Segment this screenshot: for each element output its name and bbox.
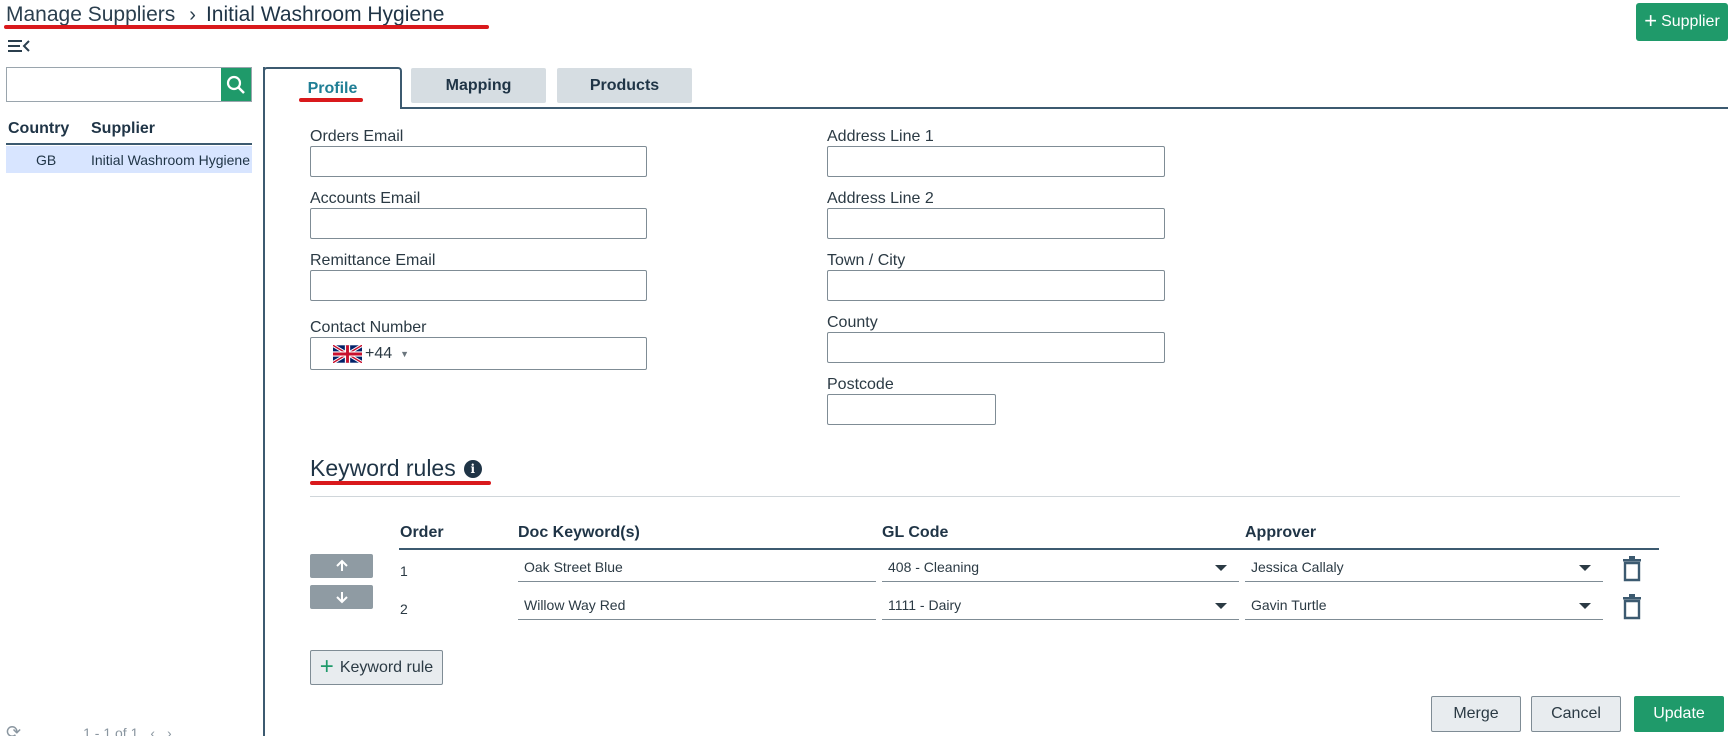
info-icon[interactable]: i [463, 459, 482, 478]
column-header-gl-code: GL Code [882, 524, 949, 541]
column-header-approver: Approver [1245, 524, 1317, 541]
address-line-1-label: Address Line 1 [827, 128, 934, 145]
add-supplier-label: Supplier [1661, 13, 1720, 30]
search-button[interactable] [221, 68, 251, 101]
address-line-2-label: Address Line 2 [827, 190, 934, 207]
delete-rule-icon[interactable] [1621, 594, 1643, 620]
rule-gl-code-select-2[interactable]: 1111 - Dairy [882, 591, 1239, 620]
keyword-rules-heading: Keyword rules [310, 455, 456, 481]
search-icon [226, 75, 245, 94]
rule-gl-code-2: 1111 - Dairy [888, 597, 962, 613]
dial-code-dropdown-icon[interactable]: ▼ [400, 349, 409, 359]
orders-email-label: Orders Email [310, 128, 404, 145]
postcode-label: Postcode [827, 376, 894, 393]
remittance-email-label: Remittance Email [310, 252, 436, 269]
add-supplier-button[interactable]: + Supplier [1636, 3, 1728, 41]
panel-divider [263, 67, 265, 736]
rule-order-2: 2 [400, 601, 408, 617]
orders-email-field[interactable] [310, 146, 647, 177]
rule-gl-code-1: 408 - Cleaning [888, 559, 980, 575]
breadcrumb-manage-suppliers[interactable]: Manage Suppliers [6, 3, 175, 27]
move-up-button[interactable] [310, 554, 373, 578]
table-row[interactable]: GB Initial Washroom Hygiene [6, 146, 252, 173]
column-header-keywords: Doc Keyword(s) [518, 524, 640, 541]
county-field[interactable] [827, 332, 1165, 363]
pager-text: 1 - 1 of 1 [83, 724, 139, 736]
tab-products[interactable]: Products [557, 68, 692, 103]
rule-approver-select-1[interactable]: Jessica Callaly [1245, 553, 1603, 582]
address-line-1-field[interactable] [827, 146, 1165, 177]
plus-icon: + [319, 652, 334, 680]
address-line-2-field[interactable] [827, 208, 1165, 239]
column-header-order: Order [400, 524, 444, 541]
accounts-email-label: Accounts Email [310, 190, 421, 207]
dropdown-arrow-icon [1215, 603, 1227, 609]
postcode-field[interactable] [827, 394, 996, 425]
update-button[interactable]: Update [1634, 696, 1724, 732]
contact-number-label: Contact Number [310, 319, 427, 336]
plus-icon: + [1644, 8, 1658, 33]
column-header-country[interactable]: Country [8, 120, 69, 138]
keyword-rules-title: Keyword rules i [310, 455, 482, 482]
rule-approver-select-2[interactable]: Gavin Turtle [1245, 591, 1603, 620]
refresh-icon[interactable]: ⟳ [6, 722, 21, 736]
breadcrumb-separator-icon: › [189, 3, 196, 26]
row-supplier: Initial Washroom Hygiene [91, 152, 250, 168]
pager: ⟳ 1 - 1 of 1 ‹ › [6, 722, 172, 736]
add-keyword-rule-button[interactable]: + Keyword rule [310, 650, 443, 685]
arrow-up-icon [335, 559, 348, 571]
add-keyword-rule-label: Keyword rule [339, 658, 434, 676]
row-country: GB [36, 152, 57, 168]
rule-keywords-2[interactable]: Willow Way Red [518, 591, 876, 620]
rule-gl-code-select-1[interactable]: 408 - Cleaning [882, 553, 1239, 582]
prev-page-icon[interactable]: ‹ [150, 725, 155, 736]
annotation-underline-title [4, 25, 489, 29]
next-page-icon[interactable]: › [167, 725, 172, 736]
town-city-field[interactable] [827, 270, 1165, 301]
tabs-underline [400, 107, 1728, 109]
contact-number-field[interactable]: +44 ▼ [310, 337, 647, 370]
rule-approver-1: Jessica Callaly [1251, 559, 1344, 575]
breadcrumb-current: Initial Washroom Hygiene [205, 3, 445, 26]
section-divider [310, 496, 1680, 497]
supplier-search-input[interactable] [7, 68, 221, 101]
rule-approver-2: Gavin Turtle [1251, 597, 1327, 613]
collapse-sidebar-icon[interactable] [8, 36, 30, 56]
rule-order-1: 1 [400, 563, 408, 579]
town-city-label: Town / City [827, 252, 906, 269]
merge-button[interactable]: Merge [1431, 696, 1521, 732]
move-down-button[interactable] [310, 585, 373, 609]
accounts-email-field[interactable] [310, 208, 647, 239]
cancel-button[interactable]: Cancel [1531, 696, 1621, 732]
county-label: County [827, 314, 878, 331]
rule-keywords-1[interactable]: Oak Street Blue [518, 553, 876, 582]
remittance-email-field[interactable] [310, 270, 647, 301]
uk-flag-icon[interactable] [333, 344, 362, 363]
column-header-supplier[interactable]: Supplier [91, 120, 155, 138]
tab-profile[interactable]: Profile [263, 67, 402, 109]
tab-mapping[interactable]: Mapping [411, 68, 546, 103]
dropdown-arrow-icon [1215, 565, 1227, 571]
annotation-underline-profile [299, 98, 363, 102]
supplier-search [6, 67, 252, 102]
dropdown-arrow-icon [1579, 603, 1591, 609]
rules-header-line [399, 548, 1659, 550]
supplier-table-header: Country Supplier [6, 118, 252, 145]
dropdown-arrow-icon [1579, 565, 1591, 571]
delete-rule-icon[interactable] [1621, 556, 1643, 582]
annotation-underline-keyword-rules [310, 481, 491, 485]
dial-code[interactable]: +44 [365, 345, 392, 363]
arrow-down-icon [335, 592, 348, 604]
